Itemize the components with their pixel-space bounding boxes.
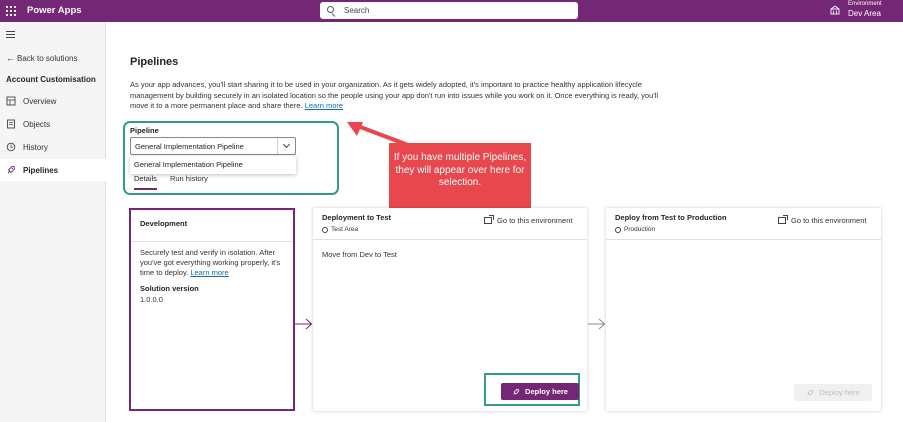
stage-environment-name: Production: [624, 226, 656, 233]
search-icon: [327, 6, 334, 13]
stage-title: Development: [140, 219, 188, 228]
back-arrow-icon: ←: [6, 53, 15, 63]
sidebar-item-label: Objects: [23, 119, 51, 129]
sidebar-item-history[interactable]: History: [0, 136, 106, 158]
environment-icon: [615, 226, 621, 233]
go-to-environment-link[interactable]: Go to this environment: [484, 215, 573, 225]
environment-name[interactable]: Dev Area: [848, 9, 881, 18]
search-placeholder: Search: [344, 6, 370, 15]
arrow-right-icon: [295, 318, 313, 330]
card-header: Development: [131, 210, 293, 242]
pipeline-highlight-ring: [123, 121, 339, 195]
page-description: As your app advances, you'll start shari…: [130, 80, 670, 112]
card-header: Deployment to Test Test Area Go to this …: [313, 208, 587, 240]
main-content: Pipelines As your app advances, you'll s…: [107, 22, 903, 422]
rocket-icon: [7, 166, 15, 174]
deploy-here-button-disabled: Deploy here: [794, 384, 872, 401]
solution-version-value: 1.0.0.0: [140, 295, 163, 304]
sidebar-item-label: Pipelines: [23, 165, 59, 175]
back-to-solutions-link[interactable]: ← Back to solutions: [6, 53, 77, 63]
sidebar-item-overview[interactable]: Overview: [0, 90, 106, 112]
card-header: Deploy from Test to Production Productio…: [606, 208, 881, 240]
sidebar-item-pipelines[interactable]: Pipelines: [0, 159, 106, 181]
hamburger-icon[interactable]: [6, 31, 15, 40]
search-input[interactable]: Search: [320, 2, 578, 19]
environment-icon[interactable]: [830, 5, 840, 15]
back-label: Back to solutions: [17, 53, 78, 63]
stage-environment-name: Test Area: [331, 226, 359, 233]
deploy-button-label: Deploy here: [525, 387, 568, 396]
rocket-icon: [513, 388, 520, 395]
objects-icon: [7, 119, 15, 129]
app-launcher-icon[interactable]: [6, 6, 16, 16]
stage-title: Deployment to Test: [322, 213, 392, 222]
top-bar: Power Apps Search Environment Dev Area: [0, 0, 903, 22]
sidebar: ← Back to solutions Account Customisatio…: [0, 22, 106, 422]
arrow-right-icon: [588, 318, 606, 330]
stage-environment: Production: [615, 226, 655, 233]
sidebar-item-label: History: [23, 142, 48, 152]
stage-description: Securely test and verify in isolation. A…: [140, 248, 286, 278]
go-to-environment-label: Go to this environment: [791, 216, 867, 225]
stage-card-production: Deploy from Test to Production Productio…: [606, 208, 881, 411]
page-title: Pipelines: [130, 56, 179, 68]
stage-card-development[interactable]: Development Securely test and verify in …: [129, 208, 295, 411]
dev-learn-more-link[interactable]: Learn more: [190, 268, 228, 277]
stage-body-text: Move from Dev to Test: [322, 250, 397, 259]
solution-version-label: Solution version: [140, 284, 199, 293]
sidebar-item-label: Overview: [23, 96, 57, 106]
environment-label: Environment: [848, 1, 882, 7]
learn-more-link[interactable]: Learn more: [305, 101, 343, 110]
open-external-icon: [484, 215, 494, 224]
history-icon: [6, 142, 16, 152]
solution-name: Account Customisation: [6, 75, 96, 84]
deploy-here-button[interactable]: Deploy here: [501, 383, 579, 400]
rocket-icon: [807, 389, 814, 396]
environment-icon: [322, 226, 328, 233]
open-external-icon: [778, 215, 788, 224]
deploy-button-label: Deploy here: [819, 388, 860, 397]
go-to-environment-link[interactable]: Go to this environment: [778, 215, 867, 225]
stage-environment: Test Area: [322, 226, 358, 233]
go-to-environment-label: Go to this environment: [497, 216, 573, 225]
sidebar-item-objects[interactable]: Objects: [0, 113, 106, 135]
overview-icon: [6, 96, 16, 106]
description-text: As your app advances, you'll start shari…: [130, 80, 659, 110]
stage-title: Deploy from Test to Production: [615, 213, 727, 222]
app-title[interactable]: Power Apps: [27, 5, 82, 16]
